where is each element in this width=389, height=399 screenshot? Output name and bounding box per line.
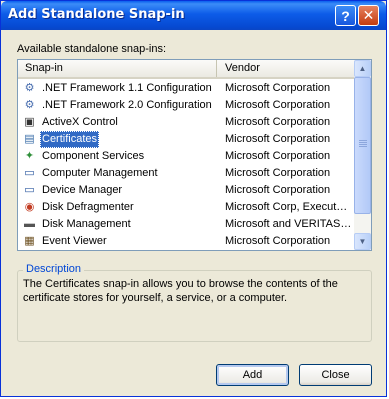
snapin-name: Disk Management (42, 218, 131, 230)
snapin-vendor: Microsoft Corporation (225, 133, 331, 145)
device-manager-icon: ▭ (24, 184, 35, 196)
window-title: Add Standalone Snap-in (8, 7, 185, 22)
activex-icon: ▣ (24, 116, 35, 128)
list-item[interactable]: ▭ Device Manager Microsoft Corporation (18, 182, 355, 199)
close-window-button[interactable]: ✕ (358, 5, 379, 26)
column-header-vendor[interactable]: Vendor (218, 60, 355, 77)
snapin-vendor: Microsoft Corp, Execut… (225, 201, 348, 213)
snapin-vendor: Microsoft Corporation (225, 99, 331, 111)
close-icon: ✕ (362, 7, 375, 23)
snapin-name: Device Manager (42, 184, 123, 196)
snapin-name: .NET Framework 2.0 Configuration (42, 99, 212, 111)
list-item[interactable]: ▤ Certificates Microsoft Corporation (18, 131, 355, 148)
close-button[interactable]: Close (299, 364, 372, 386)
snapin-list[interactable]: Snap-in Vendor ⚙ .NET Framework 1.1 Confi… (17, 59, 372, 251)
help-button[interactable]: ? (335, 5, 356, 26)
snapin-name: Certificates (40, 131, 100, 148)
arrow-down-icon: ▼ (358, 237, 367, 246)
snapin-vendor: Microsoft Corporation (225, 235, 331, 247)
snapin-name: Component Services (42, 150, 145, 162)
vertical-scrollbar[interactable]: ▲ ▼ (354, 60, 371, 250)
computer-icon: ▭ (24, 167, 35, 179)
scroll-thumb[interactable] (354, 77, 371, 214)
scroll-up-button[interactable]: ▲ (354, 60, 371, 77)
component-services-icon: ✦ (24, 150, 35, 162)
gear-icon: ⚙ (24, 99, 35, 111)
list-item[interactable]: ▬ Disk Management Microsoft and VERITAS… (18, 216, 355, 233)
snapin-name: Computer Management (42, 167, 158, 179)
list-item[interactable]: ▭ Computer Management Microsoft Corporatio… (18, 165, 355, 182)
list-item[interactable]: ▦ Event Viewer Microsoft Corporation (18, 233, 355, 250)
description-legend: Description (23, 263, 85, 275)
snapin-vendor: Microsoft Corporation (225, 116, 331, 128)
certificate-icon: ▤ (24, 133, 35, 145)
add-button[interactable]: Add (216, 364, 289, 386)
event-viewer-icon: ▦ (24, 235, 35, 247)
disk-management-icon: ▬ (24, 218, 35, 230)
grip-line (359, 142, 367, 143)
column-header-snapin[interactable]: Snap-in (18, 60, 217, 77)
help-icon: ? (341, 7, 350, 24)
snapin-vendor: Microsoft Corporation (225, 82, 331, 94)
list-item[interactable]: ◉ Disk Defragmenter Microsoft Corp, Execut… (18, 199, 355, 216)
grip-line (359, 144, 367, 145)
title-bar[interactable]: Add Standalone Snap-in ? ✕ (1, 1, 386, 30)
snapin-vendor: Microsoft Corporation (225, 150, 331, 162)
snapin-name: ActiveX Control (42, 116, 118, 128)
snapin-vendor: Microsoft Corporation (225, 184, 331, 196)
snapin-name: Disk Defragmenter (42, 201, 134, 213)
scroll-down-button[interactable]: ▼ (354, 233, 371, 250)
available-snapins-label: Available standalone snap-ins: (17, 43, 167, 55)
grip-line (359, 146, 367, 147)
description-text: The Certificates snap-in allows you to b… (23, 278, 338, 304)
snapin-vendor: Microsoft and VERITAS… (225, 218, 352, 230)
list-item[interactable]: ▣ ActiveX Control Microsoft Corporation (18, 114, 355, 131)
snapin-name: Event Viewer (42, 235, 107, 247)
snapin-name: .NET Framework 1.1 Configuration (42, 82, 212, 94)
list-header: Snap-in Vendor (18, 60, 355, 79)
grip-line (359, 140, 367, 141)
snapin-vendor: Microsoft Corporation (225, 167, 331, 179)
list-item[interactable]: ✦ Component Services Microsoft Corporation (18, 148, 355, 165)
list-item[interactable]: ⚙ .NET Framework 1.1 Configuration Microso… (18, 80, 355, 97)
arrow-up-icon: ▲ (358, 64, 367, 73)
defragmenter-icon: ◉ (24, 201, 35, 213)
dialog-window: Add Standalone Snap-in ? ✕ Available sta… (0, 0, 387, 397)
list-item[interactable]: ⚙ .NET Framework 2.0 Configuration Microso… (18, 97, 355, 114)
gear-icon: ⚙ (24, 82, 35, 94)
list-rows: ⚙ .NET Framework 1.1 Configuration Microso… (18, 80, 355, 250)
